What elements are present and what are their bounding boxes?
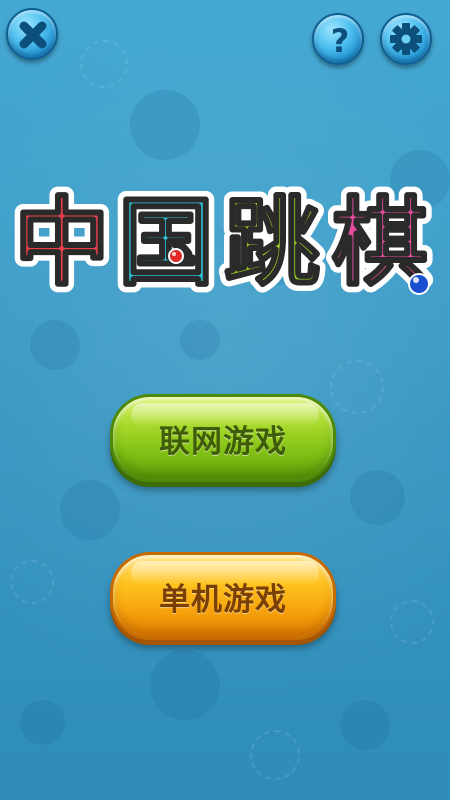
- question-icon: ?: [331, 22, 350, 60]
- game-title: 中 中 国 国 跳 跳 棋 棋: [0, 178, 450, 308]
- title-char-tiao: 跳: [224, 187, 320, 299]
- single-player-label: 单机游戏: [159, 581, 287, 618]
- close-icon: [19, 21, 47, 49]
- title-char-guo: 国: [118, 187, 214, 299]
- main-menu-screen: ? 中 中 国 国 跳 跳 棋 棋 联网游戏 单机游戏: [0, 0, 450, 800]
- help-button[interactable]: ?: [312, 13, 364, 65]
- single-player-button[interactable]: 单机游戏: [110, 552, 336, 640]
- title-char-zhong: 中: [14, 187, 110, 299]
- blue-marble-icon: [408, 273, 430, 295]
- svg-text:?: ?: [331, 22, 350, 60]
- red-marble-icon: [168, 248, 184, 264]
- online-game-label: 联网游戏: [159, 423, 287, 460]
- close-button[interactable]: [6, 8, 58, 60]
- gear-icon: [390, 23, 422, 55]
- settings-button[interactable]: [380, 13, 432, 65]
- online-game-button[interactable]: 联网游戏: [110, 394, 336, 482]
